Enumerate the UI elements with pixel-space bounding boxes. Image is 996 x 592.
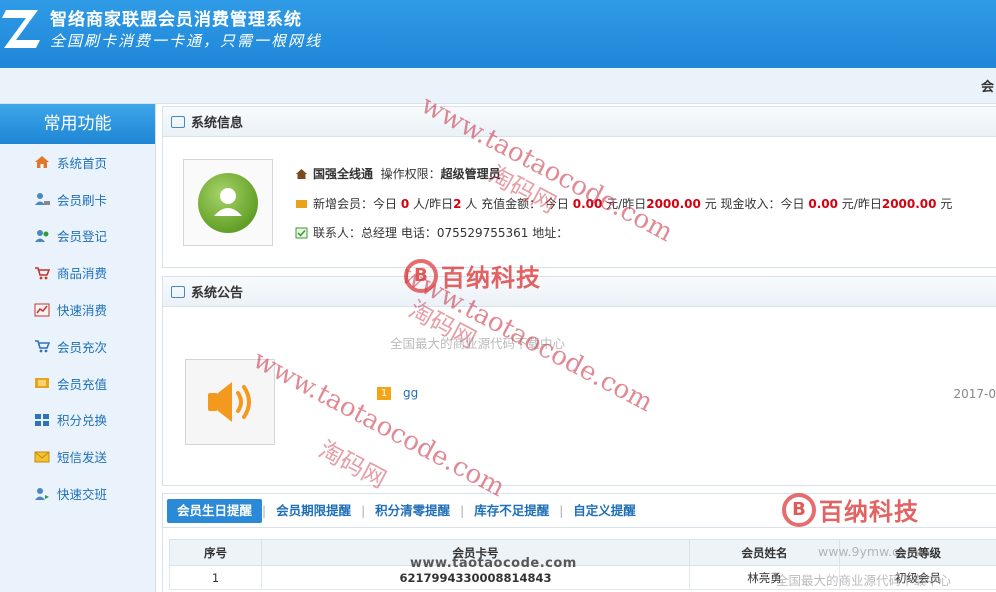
notice-index-badge: 1 [377,386,391,400]
permission-value: 超级管理员 [440,167,501,181]
system-notice-header: 系统公告 [163,277,996,307]
sidebar-item-label: 会员登记 [57,229,108,245]
today-new-members: 0 [400,196,410,211]
sidebar-item-label: 商品消费 [57,266,108,282]
cell-name: 林亮勇 [689,565,840,590]
speaker-icon [208,382,251,422]
unit-yuan-yesterday: 元/昨日 [606,197,647,211]
sidebar-item-points-exchange[interactable]: 积分兑换 [0,402,155,439]
sidebar-item-member-recharge-times[interactable]: 会员充次 [0,328,155,365]
contact-info: 联系人：总经理 电话：075529755361 地址： [313,226,569,240]
system-notice-panel: 系统公告 1 gg 2017-0 [162,276,996,486]
cash-label: 元 现金收入：今日 [704,197,805,211]
today-cash: 0.00 [808,196,838,211]
sidebar-item-label: 积分兑换 [57,413,108,429]
system-info-title: 系统信息 [191,116,244,131]
stats-line: 新增会员：今日 0 人/昨日 2 人 充值金额： 今日 0.00 元/昨日 20… [295,195,952,212]
user-card-icon [35,193,50,206]
cell-card: 6217994330008814843 [261,565,690,590]
notice-image [185,359,275,445]
app-slogan: 全国刷卡消费一卡通，只需一根网线 [50,32,323,50]
logo-icon [2,10,40,48]
tab-points-clear-reminder[interactable]: 积分清零提醒 [365,499,460,523]
unit-person-yesterday: 人/昨日 [413,197,454,211]
reminder-tabs: 会员生日提醒 | 会员期限提醒 | 积分清零提醒 | 库存不足提醒 | 自定义提… [163,494,996,528]
sidebar-item-member-card[interactable]: 会员刷卡 [0,181,155,218]
table-header-row: 序号 会员卡号 会员姓名 会员等级 [169,539,996,566]
tab-custom-reminder[interactable]: 自定义提醒 [563,499,646,523]
subbar-user-text: 会 [980,80,994,95]
avatar [183,159,273,246]
money-icon [35,378,49,389]
table-row[interactable]: 1 6217994330008814843 林亮勇 初级会员 [169,565,996,590]
yesterday-new-members: 2 [453,196,462,211]
new-member-label: 新增会员：今日 [313,197,398,211]
app-title: 智络商家联盟会员消费管理系统 [50,10,302,30]
cart-refill-icon [35,340,50,353]
unit-yuan-yesterday-2: 元/昨日 [841,197,882,211]
sidebar-item-label: 快速消费 [57,303,108,319]
chart-icon [34,303,50,317]
system-info-header: 系统信息 [163,107,996,137]
sidebar-item-label: 快速交班 [57,487,108,503]
cell-level: 初级会员 [839,565,996,590]
sidebar-item-label: 会员充次 [57,339,108,355]
sidebar-item-quick-shift[interactable]: 快速交班 [0,475,155,512]
cell-no: 1 [169,565,262,590]
recharge-label: 人 充值金额： 今日 [465,197,569,211]
sidebar-item-home[interactable]: 系统首页 [0,144,155,181]
tab-low-stock-reminder[interactable]: 库存不足提醒 [464,499,559,523]
home-icon [35,156,49,169]
shop-line: 国强全线通 操作权限： 超级管理员 [295,165,501,182]
notice-item-title[interactable]: gg [403,386,418,400]
reminder-table: 序号 会员卡号 会员姓名 会员等级 1 6217994330008814843 … [169,539,996,590]
mail-icon [34,451,50,463]
system-notice-title: 系统公告 [191,286,244,301]
sidebar: 常用功能 系统首页 会员刷卡 会员登记 商品消费 快速消费 会员充次 会员充值 … [0,104,156,592]
message-icon [171,285,185,298]
notice-item[interactable]: 1 gg [377,386,418,400]
user-add-icon [35,229,49,242]
sidebar-item-label: 短信发送 [57,450,108,466]
unit-yuan: 元 [940,197,953,211]
shop-name: 国强全线通 [313,167,374,181]
reminder-panel: 会员生日提醒 | 会员期限提醒 | 积分清零提醒 | 库存不足提醒 | 自定义提… [162,493,996,592]
sidebar-item-goods-consume[interactable]: 商品消费 [0,254,155,291]
sidebar-item-label: 系统首页 [57,155,108,171]
info-icon [171,115,185,128]
contact-line: 联系人：总经理 电话：075529755361 地址： [295,224,568,241]
tab-expiry-reminder[interactable]: 会员期限提醒 [266,499,361,523]
yesterday-recharge: 2000.00 [646,196,701,211]
contact-icon [295,227,308,238]
col-name: 会员姓名 [689,539,840,566]
col-no: 序号 [169,539,262,566]
money-icon [296,199,307,208]
system-info-panel: 系统信息 国强全线通 操作权限： 超级管理员 新增会员：今日 0 人/昨日 2 … [162,106,996,268]
sidebar-item-member-register[interactable]: 会员登记 [0,218,155,255]
col-level: 会员等级 [839,539,996,566]
col-card: 会员卡号 [261,539,690,566]
sidebar-title: 常用功能 [0,104,155,144]
sidebar-item-member-recharge[interactable]: 会员充值 [0,365,155,402]
sidebar-item-quick-consume[interactable]: 快速消费 [0,291,155,328]
notice-item-date: 2017-0 [953,387,996,401]
sidebar-item-sms-send[interactable]: 短信发送 [0,438,155,475]
shift-icon [35,487,49,500]
sidebar-item-label: 会员充值 [57,376,108,392]
top-subbar: 会 [0,68,996,104]
cart-icon [35,266,50,280]
tab-birthday-reminder[interactable]: 会员生日提醒 [167,498,263,523]
permission-label: 操作权限： [380,167,441,181]
app-header: 智络商家联盟会员消费管理系统 全国刷卡消费一卡通，只需一根网线 [0,0,996,68]
today-recharge: 0.00 [572,196,603,211]
exchange-icon [35,413,49,426]
home-icon [296,168,307,179]
yesterday-cash: 2000.00 [881,196,937,211]
user-avatar-icon [198,172,258,233]
sidebar-item-label: 会员刷卡 [57,192,108,208]
